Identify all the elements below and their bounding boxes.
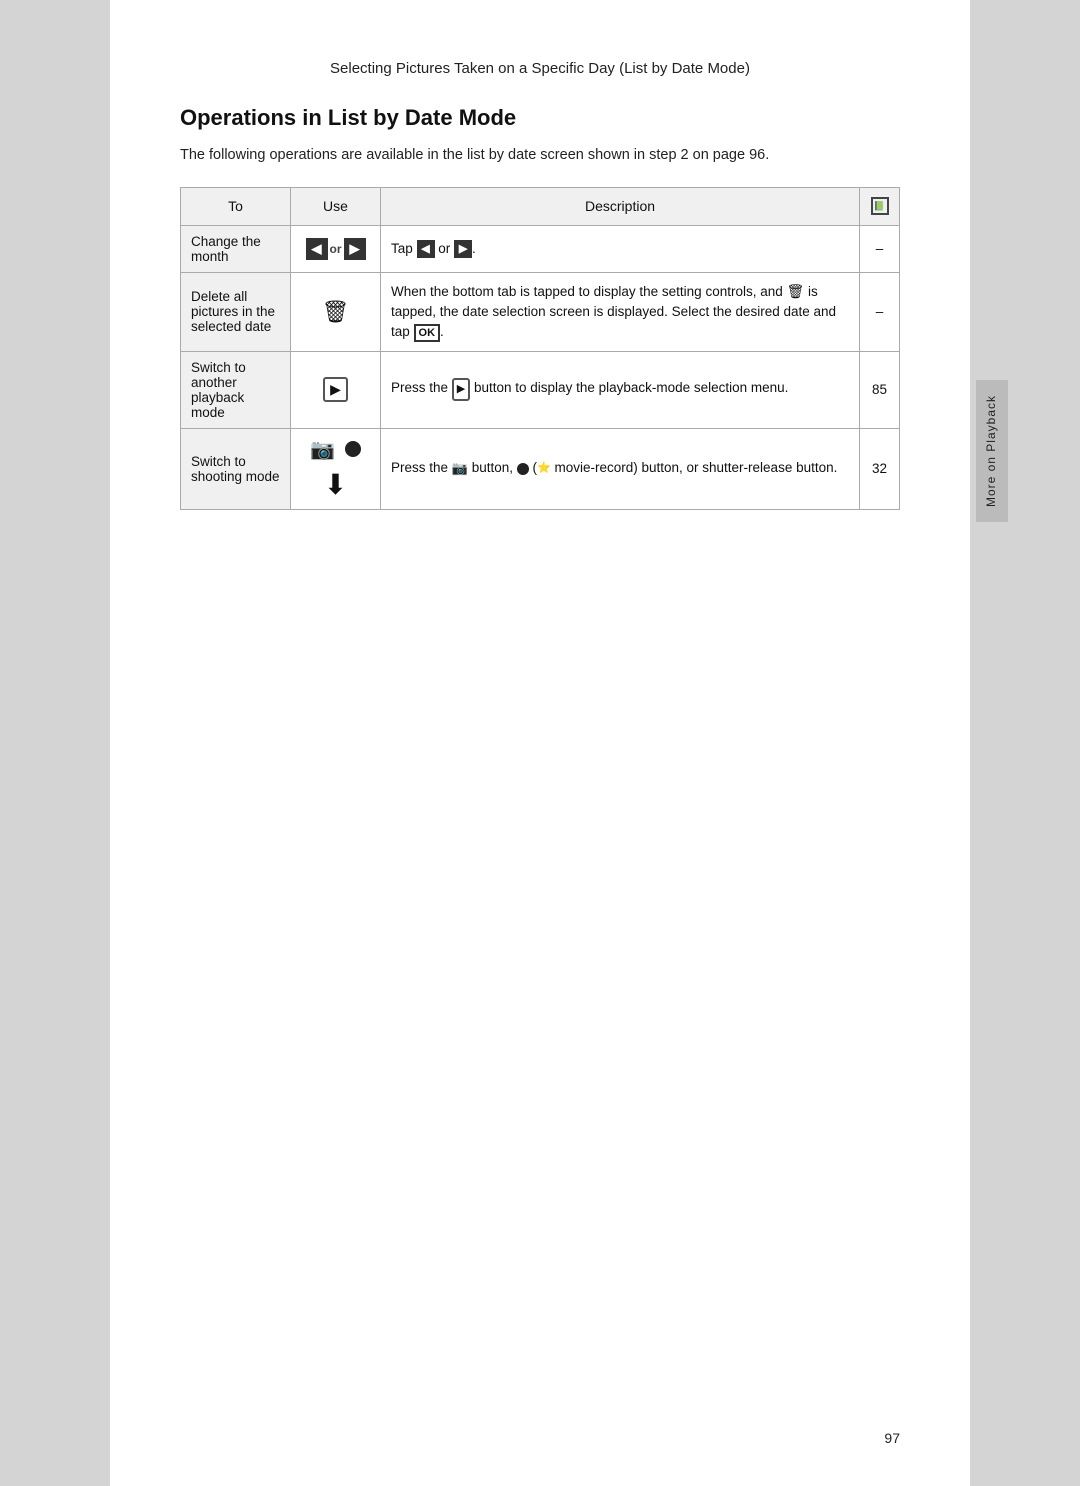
row-use-change-month: ◀ or ▶: [291, 225, 381, 272]
movie-record-text: ⭐: [537, 463, 551, 475]
row-to-playback: Switch to another playback mode: [181, 351, 291, 428]
page-number: 97: [884, 1430, 900, 1446]
or-label: or: [330, 242, 342, 256]
table-row: Delete all pictures in the selected date…: [181, 272, 900, 351]
row-to-delete: Delete all pictures in the selected date: [181, 272, 291, 351]
circle-bullet-icon: [345, 441, 361, 457]
camera-icon: 📷: [310, 437, 335, 462]
ok-badge: OK: [414, 324, 441, 342]
header-to: To: [181, 187, 291, 225]
operations-table: To Use Description 📗 Change the month ◀: [180, 187, 900, 510]
inline-right-arrow: ▶: [454, 240, 472, 258]
intro-text: The following operations are available i…: [180, 145, 900, 167]
row-ref-change-month: –: [860, 225, 900, 272]
table-row: Change the month ◀ or ▶ Tap ◀ or ▶. –: [181, 225, 900, 272]
left-arrow-btn: ◀: [306, 238, 328, 260]
left-right-arrows: ◀ or ▶: [306, 238, 366, 260]
inline-circle-icon: [517, 463, 529, 475]
row-desc-change-month: Tap ◀ or ▶.: [381, 225, 860, 272]
row-to-change-month: Change the month: [181, 225, 291, 272]
row-use-delete: 🗑: [291, 272, 381, 351]
table-row: Switch to shooting mode 📷 ⬇ Press th: [181, 428, 900, 509]
section-title: Operations in List by Date Mode: [180, 105, 900, 131]
inline-playback-icon: ▶: [452, 378, 470, 401]
row-desc-playback: Press the ▶ button to display the playba…: [381, 351, 860, 428]
inline-camera-icon: 📷: [452, 461, 468, 476]
row-ref-playback: 85: [860, 351, 900, 428]
shutter-down-icon: ⬇: [324, 468, 347, 501]
header-ref: 📗: [860, 187, 900, 225]
row-ref-shooting: 32: [860, 428, 900, 509]
row-desc-shooting: Press the 📷 button, (⭐ movie-record) but…: [381, 428, 860, 509]
camera-circle-row: 📷: [310, 437, 361, 462]
trash-icon: 🗑: [301, 299, 370, 325]
table-row: Switch to another playback mode ▶ Press …: [181, 351, 900, 428]
playback-button-icon: ▶: [323, 377, 348, 402]
shooting-icons: 📷 ⬇: [301, 437, 370, 501]
header-use: Use: [291, 187, 381, 225]
row-desc-delete: When the bottom tab is tapped to display…: [381, 272, 860, 351]
inline-left-arrow: ◀: [417, 240, 435, 258]
book-icon: 📗: [871, 197, 889, 215]
page-container: Selecting Pictures Taken on a Specific D…: [110, 0, 970, 1486]
row-use-shooting: 📷 ⬇: [291, 428, 381, 509]
row-to-shooting: Switch to shooting mode: [181, 428, 291, 509]
header-description: Description: [381, 187, 860, 225]
row-ref-delete: –: [860, 272, 900, 351]
row-use-playback: ▶: [291, 351, 381, 428]
top-title: Selecting Pictures Taken on a Specific D…: [180, 60, 900, 77]
inline-trash-icon: 🗑: [787, 283, 805, 299]
side-tab: More on Playback: [976, 380, 1008, 522]
right-arrow-btn: ▶: [344, 238, 366, 260]
